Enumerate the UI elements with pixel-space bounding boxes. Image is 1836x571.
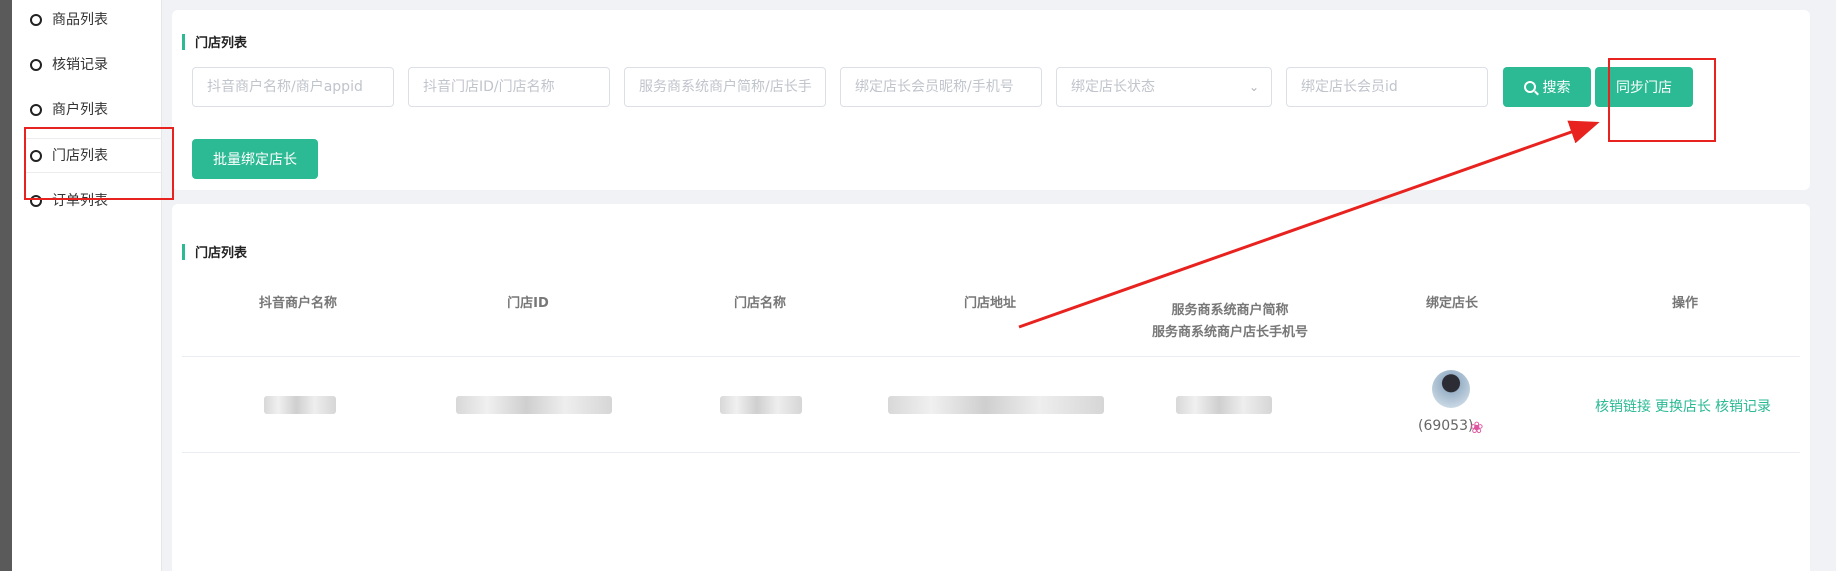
annotation-arrow xyxy=(1018,120,1600,329)
